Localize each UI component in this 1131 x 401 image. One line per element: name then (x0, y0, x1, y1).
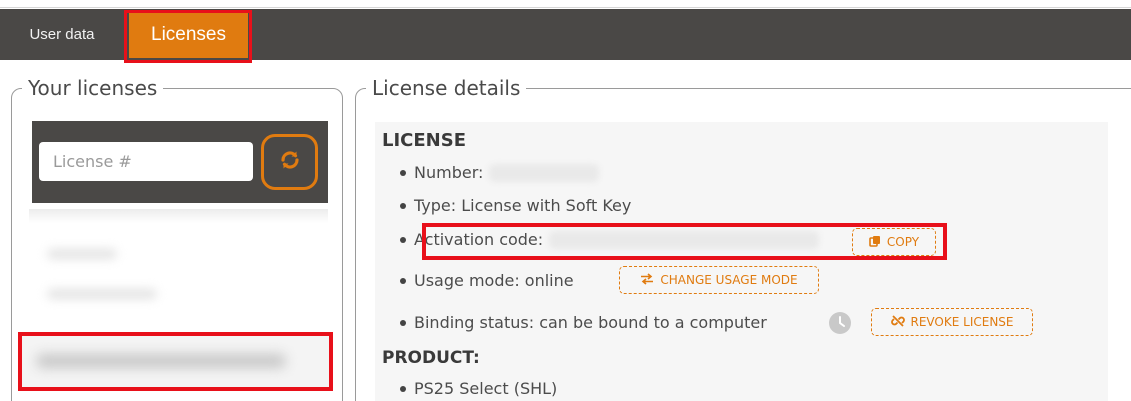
activation-code-value (549, 230, 820, 249)
refresh-button[interactable] (261, 134, 318, 190)
license-type-item: Type: License with Soft Key (400, 196, 631, 215)
revoke-license-button[interactable]: REVOKE LICENSE (871, 308, 1033, 336)
license-search-bar (32, 121, 328, 203)
unlink-icon (890, 314, 905, 331)
license-heading: LICENSE (382, 130, 466, 151)
copy-icon (869, 235, 881, 250)
product-heading: PRODUCT: (382, 348, 480, 368)
license-details-legend: License details (372, 76, 521, 100)
refresh-icon (278, 148, 302, 177)
license-number-value (489, 163, 600, 182)
license-number-input[interactable] (39, 142, 253, 181)
usage-mode-item: Usage mode: online (400, 271, 574, 290)
list-item[interactable] (47, 249, 117, 259)
change-usage-mode-button[interactable]: CHANGE USAGE MODE (619, 266, 819, 294)
clock-icon (829, 312, 851, 334)
tab-user-data[interactable]: User data (0, 9, 124, 60)
activation-code-item: Activation code: (400, 230, 820, 249)
list-item[interactable] (47, 289, 157, 299)
binding-status-item: Binding status: can be bound to a comput… (400, 313, 767, 332)
license-number-item: Number: (400, 163, 600, 182)
top-border (0, 0, 1131, 8)
tab-bar: User data Licenses (0, 9, 1131, 60)
your-licenses-legend: Your licenses (28, 76, 158, 100)
tab-licenses[interactable]: Licenses (129, 11, 248, 58)
copy-button[interactable]: COPY (852, 228, 936, 256)
selected-license-row[interactable] (18, 332, 333, 391)
swap-arrows-icon (640, 272, 654, 288)
product-item: PS25 Select (SHL) (400, 379, 557, 398)
